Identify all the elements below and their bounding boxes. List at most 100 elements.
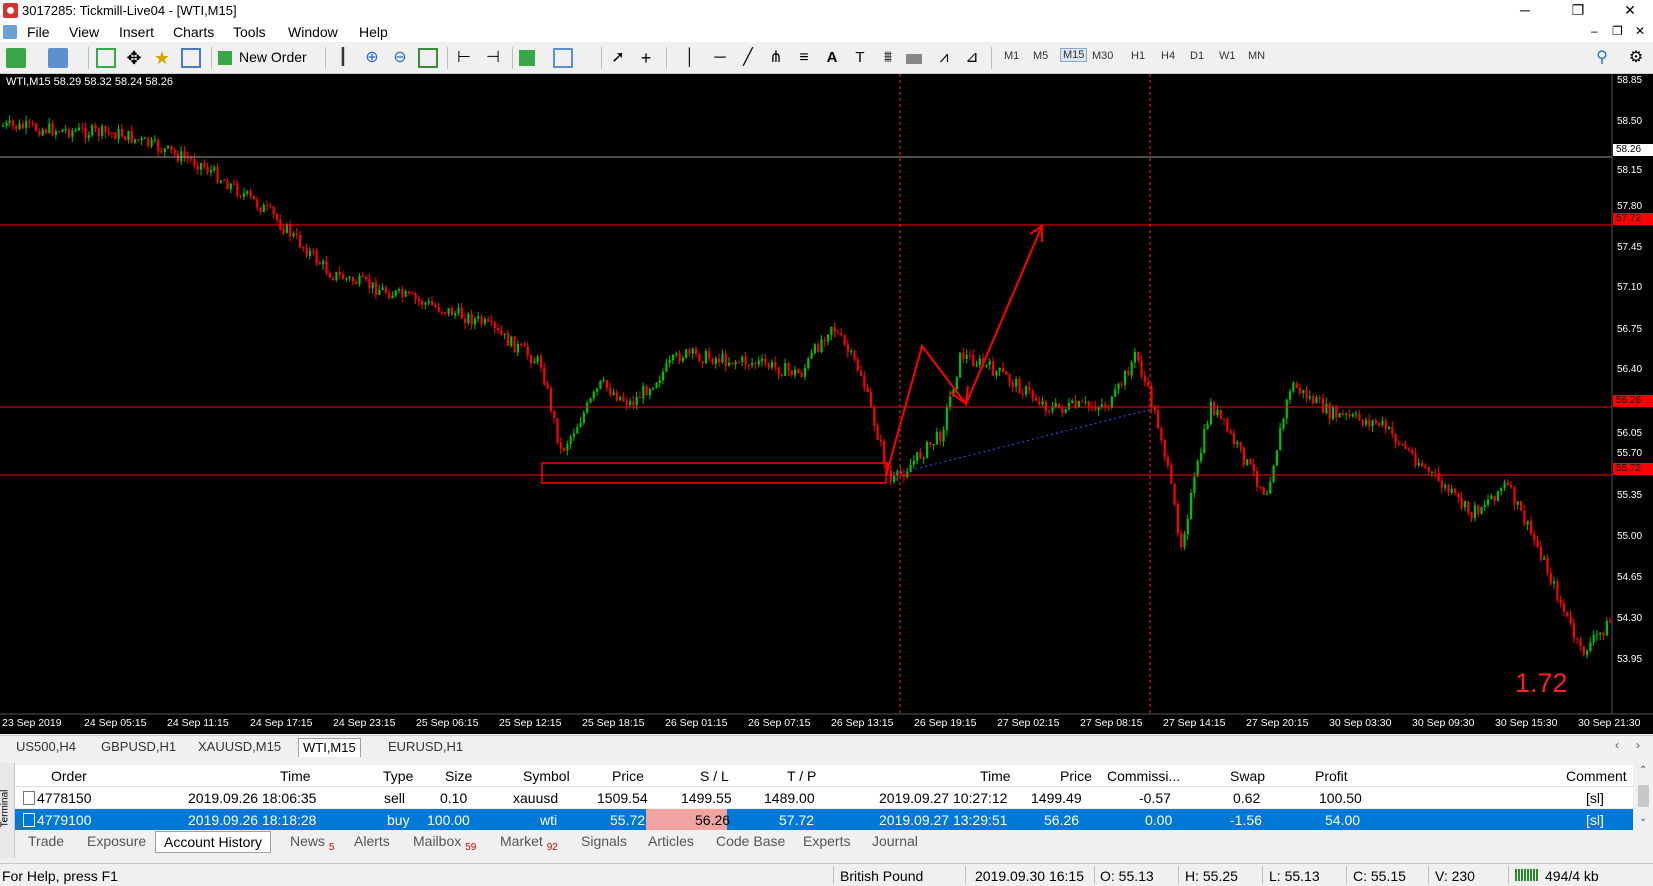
menu-help[interactable]: Help (359, 24, 388, 40)
column-header-price[interactable]: Price (612, 768, 644, 784)
search-icon[interactable]: ⚲ (1592, 48, 1612, 68)
new-order-button[interactable]: New Order (239, 49, 307, 65)
terminal-icon[interactable] (181, 48, 201, 68)
tab-exposure[interactable]: Exposure (87, 833, 146, 849)
zoom-in-icon[interactable]: ⊕ (362, 48, 382, 68)
navigator-icon[interactable]: ✥ (124, 48, 144, 68)
tab-market[interactable]: Market 92 (500, 833, 558, 853)
settings-icon[interactable]: ⚙ (1626, 48, 1646, 68)
zoom-out-icon[interactable]: ⊖ (390, 48, 410, 68)
column-header-comment[interactable]: Comment (1566, 768, 1627, 784)
tab-trade[interactable]: Trade (28, 833, 64, 849)
elliott-wave-icon[interactable]: ⩘ (934, 48, 954, 68)
column-header-size[interactable]: Size (445, 768, 472, 784)
rectangle-tool-icon[interactable] (906, 54, 922, 64)
table-row[interactable]: 4778150 2019.09.26 18:06:35 sell 0.10 xa… (15, 787, 1633, 808)
tile-windows-icon[interactable] (418, 48, 438, 68)
table-row-selected[interactable]: 4779100 2019.09.26 18:18:28 buy 100.00 w… (15, 809, 1633, 830)
timeframe-d1[interactable]: D1 (1190, 50, 1204, 62)
chart-tab-gbpusd[interactable]: GBPUSD,H1 (97, 738, 180, 756)
text-tool-icon[interactable]: A (822, 48, 842, 68)
mdi-minimize-button[interactable]: – (1591, 24, 1598, 38)
close-button[interactable]: ✕ (1607, 0, 1653, 22)
timeframe-h1[interactable]: H1 (1131, 50, 1145, 62)
tab-mailbox[interactable]: Mailbox 59 (413, 833, 476, 853)
timeframe-m30[interactable]: M30 (1092, 50, 1113, 62)
candle-body (1147, 381, 1150, 386)
candle-body (398, 288, 401, 291)
timeframe-h4[interactable]: H4 (1161, 50, 1175, 62)
terminal-scrollbar[interactable]: ⌃ ⌄ (1634, 765, 1653, 830)
timeframe-m5[interactable]: M5 (1033, 50, 1048, 62)
cursor-icon[interactable]: ➚ (608, 48, 628, 68)
timeframe-w1[interactable]: W1 (1219, 50, 1236, 62)
andrews-pitchfork-icon[interactable]: ⋔ (766, 48, 786, 68)
column-header-symbol[interactable]: Symbol (523, 768, 570, 784)
time-tick: 27 Sep 08:15 (1080, 717, 1143, 729)
tab-experts[interactable]: Experts (803, 833, 850, 849)
chart-tab-eurusd[interactable]: EURUSD,H1 (384, 738, 467, 756)
bar-chart-icon[interactable]: ┃ (333, 48, 353, 68)
mdi-close-button[interactable]: ✕ (1635, 24, 1645, 38)
autoscroll-icon[interactable]: ⊣ (483, 48, 503, 68)
chart-tab-us500[interactable]: US500,H4 (12, 738, 80, 756)
fibonacci-icon[interactable]: ≡ (794, 48, 814, 68)
horizontal-line-icon[interactable]: ─ (710, 48, 730, 68)
gann-tool-icon[interactable]: ⊿ (962, 48, 982, 68)
text-label-icon[interactable]: T (850, 48, 870, 68)
tab-scroll-left-icon[interactable]: ‹ (1615, 738, 1619, 752)
profiles-icon[interactable] (48, 48, 68, 68)
templates-icon[interactable] (553, 48, 573, 68)
chart-tab-xauusd[interactable]: XAUUSD,M15 (194, 738, 285, 756)
chart-tab-wti[interactable]: WTI,M15 (298, 738, 361, 757)
timeframe-mn[interactable]: MN (1248, 50, 1265, 62)
candle-body (701, 361, 704, 364)
crosshair-icon[interactable]: + (636, 48, 656, 68)
column-header-close-time[interactable]: Time (980, 768, 1011, 784)
timeframe-m15[interactable]: M15 (1060, 48, 1088, 62)
minimize-button[interactable]: ─ (1502, 0, 1548, 22)
tab-signals[interactable]: Signals (581, 833, 627, 849)
column-header-tp[interactable]: T / P (787, 768, 816, 784)
menu-window[interactable]: Window (288, 24, 338, 40)
column-header-order[interactable]: Order (51, 768, 87, 784)
menu-charts[interactable]: Charts (173, 24, 214, 40)
column-header-commission[interactable]: Commissi... (1107, 768, 1180, 784)
restore-button[interactable]: ❐ (1555, 0, 1601, 22)
profile-name[interactable]: British Pound (840, 868, 923, 884)
column-header-close-price[interactable]: Price (1060, 768, 1092, 784)
status-low: L: 55.13 (1269, 868, 1320, 884)
menu-tools[interactable]: Tools (233, 24, 266, 40)
price-chart[interactable]: WTI,M15 58.29 58.32 58.24 58.26 58.85 58… (0, 74, 1653, 734)
market-watch-icon[interactable] (96, 48, 116, 68)
tab-journal[interactable]: Journal (872, 833, 918, 849)
vertical-line-icon[interactable]: │ (680, 48, 700, 68)
tab-alerts[interactable]: Alerts (354, 833, 390, 849)
data-window-icon[interactable]: ★ (152, 48, 172, 68)
tab-articles[interactable]: Articles (648, 833, 694, 849)
indicators-icon[interactable] (519, 50, 535, 66)
tab-account-history[interactable]: Account History (155, 831, 272, 853)
mdi-restore-button[interactable]: ❐ (1612, 24, 1623, 38)
trendline-icon[interactable]: ╱ (738, 48, 758, 68)
menu-view[interactable]: View (69, 24, 99, 40)
column-header-profit[interactable]: Profit (1315, 768, 1348, 784)
scroll-up-icon[interactable]: ⌃ (1639, 765, 1647, 776)
scroll-thumb[interactable] (1638, 785, 1649, 807)
menu-insert[interactable]: Insert (119, 24, 154, 40)
candle-body (1543, 557, 1546, 560)
new-order-icon[interactable] (218, 51, 232, 65)
timeframe-m1[interactable]: M1 (1004, 50, 1019, 62)
new-chart-icon[interactable] (6, 48, 26, 68)
menu-file[interactable]: File (27, 24, 50, 40)
column-header-sl[interactable]: S / L (700, 768, 729, 784)
scroll-down-icon[interactable]: ⌄ (1639, 813, 1647, 824)
fibo-fan-icon[interactable]: ⩩ (878, 48, 898, 68)
tab-scroll-right-icon[interactable]: › (1636, 738, 1640, 752)
tab-code-base[interactable]: Code Base (716, 833, 785, 849)
column-header-swap[interactable]: Swap (1230, 768, 1265, 784)
tab-news[interactable]: News 5 (290, 833, 334, 853)
column-header-type[interactable]: Type (383, 768, 413, 784)
column-header-time[interactable]: Time (280, 768, 311, 784)
chart-shift-icon[interactable]: ⊢ (454, 48, 474, 68)
